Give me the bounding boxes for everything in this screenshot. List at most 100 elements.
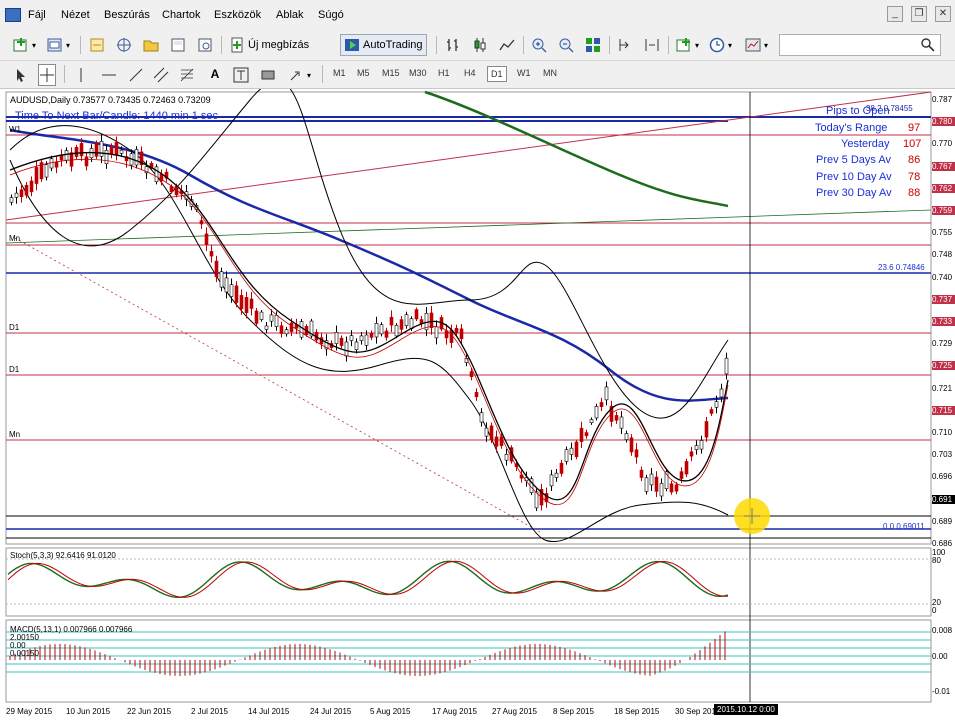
- candle-body: [669, 483, 674, 493]
- text-icon: A: [210, 67, 220, 81]
- candle-body: [469, 371, 474, 377]
- menu-help[interactable]: Súgó: [318, 9, 344, 21]
- stoch-main-line[interactable]: [7, 560, 729, 598]
- band-lower[interactable]: [9, 125, 729, 543]
- timeframe-d1[interactable]: D1: [487, 66, 507, 82]
- trendline-button[interactable]: [127, 64, 145, 86]
- dotted-downtrend-line[interactable]: [14, 237, 541, 533]
- tester-button[interactable]: [196, 34, 214, 56]
- autotrading-button[interactable]: AutoTrading: [340, 34, 427, 56]
- macd-histogram[interactable]: [9, 631, 726, 676]
- crosshair-button[interactable]: [38, 64, 56, 86]
- candle-body: [589, 419, 594, 424]
- candle-body: [454, 328, 459, 334]
- market-watch-button[interactable]: [88, 34, 106, 56]
- clock-icon: [709, 37, 725, 53]
- candle-body: [274, 315, 279, 328]
- price-candles[interactable]: [9, 134, 729, 512]
- chart-canvas[interactable]: [0, 89, 955, 720]
- bar-chart-button[interactable]: [444, 34, 462, 56]
- rectangle-icon: [260, 67, 276, 83]
- timeframe-m30[interactable]: M30: [406, 66, 430, 80]
- date-label-6: 5 Aug 2015: [370, 707, 411, 716]
- candle-body: [364, 334, 369, 346]
- timeframe-w1[interactable]: W1: [514, 66, 534, 80]
- candle-body: [24, 184, 29, 196]
- fibonacci-button[interactable]: [178, 64, 196, 86]
- candle-body: [29, 180, 34, 193]
- info-yesterday-label: Yesterday: [841, 138, 890, 150]
- navigator-button[interactable]: [115, 34, 133, 56]
- new-chart-button[interactable]: ▾: [12, 34, 37, 56]
- restore-icon[interactable]: ❐: [911, 6, 927, 22]
- stoch-signal-line[interactable]: [7, 560, 728, 598]
- candlestick-icon: [472, 37, 488, 53]
- tile-windows-button[interactable]: [584, 34, 602, 56]
- candlestick-button[interactable]: [471, 34, 489, 56]
- candle-body: [379, 324, 384, 335]
- arrows-button[interactable]: ▾: [287, 64, 312, 86]
- candle-body: [374, 323, 379, 338]
- info-prev10-label: Prev 10 Day Av: [816, 171, 892, 183]
- info-prev5-label: Prev 5 Days Av: [816, 154, 891, 166]
- chart-shift-button[interactable]: [616, 34, 634, 56]
- autoscroll-button[interactable]: [643, 34, 661, 56]
- price-axis-label: 0.737: [932, 294, 955, 304]
- timeframe-m1[interactable]: M1: [330, 66, 349, 80]
- info-prev10-value: 78: [908, 171, 921, 183]
- ma-blue[interactable]: [9, 128, 729, 402]
- timeframe-m5[interactable]: M5: [354, 66, 373, 80]
- app-icon: [5, 8, 21, 22]
- timeframe-h4[interactable]: H4: [461, 66, 479, 80]
- candle-body: [79, 143, 84, 157]
- candle-body: [134, 149, 139, 166]
- info-yesterday-value: 107: [903, 138, 922, 150]
- price-axis-label: 0.787: [932, 95, 953, 104]
- candle-body: [9, 197, 14, 203]
- vertical-line-button[interactable]: [72, 64, 90, 86]
- menu-file[interactable]: Fájl: [28, 9, 46, 21]
- timeframe-mn[interactable]: MN: [540, 66, 560, 80]
- chart-window[interactable]: AUDUSD,Daily 0.73577 0.73435 0.72463 0.7…: [0, 89, 955, 720]
- green-trendline[interactable]: [5, 209, 932, 244]
- profiles-button[interactable]: ▾: [46, 34, 71, 56]
- candle-body: [344, 341, 349, 357]
- ma-green-slow[interactable]: [424, 90, 729, 208]
- indicators-button[interactable]: ▾: [675, 34, 700, 56]
- cursor-button[interactable]: [12, 64, 30, 86]
- close-icon[interactable]: ✕: [935, 6, 951, 22]
- text-button[interactable]: A: [206, 64, 224, 86]
- text-label-button[interactable]: [232, 64, 250, 86]
- candle-body: [59, 155, 64, 161]
- search-input[interactable]: [779, 34, 941, 56]
- tester-icon: [197, 37, 213, 53]
- menu-window[interactable]: Ablak: [276, 9, 304, 21]
- templates-button[interactable]: ▾: [744, 34, 769, 56]
- price-axis-label: 0.703: [932, 450, 953, 460]
- templates-icon: [745, 37, 761, 53]
- autotrading-icon: [344, 37, 360, 53]
- timeframe-h1[interactable]: H1: [435, 66, 453, 80]
- data-window-button[interactable]: [142, 34, 160, 56]
- timeframe-m15[interactable]: M15: [379, 66, 403, 80]
- menu-charts[interactable]: Chartok: [162, 9, 201, 21]
- candle-body: [64, 150, 69, 161]
- line-chart-button[interactable]: [498, 34, 516, 56]
- rectangle-button[interactable]: [259, 64, 277, 86]
- menu-view[interactable]: Nézet: [61, 9, 90, 21]
- zoom-out-button[interactable]: [557, 34, 575, 56]
- periods-button[interactable]: ▾: [708, 34, 733, 56]
- menu-tools[interactable]: Eszközök: [214, 9, 261, 21]
- search-icon[interactable]: [920, 37, 936, 53]
- menu-insert[interactable]: Beszúrás: [104, 9, 150, 21]
- new-order-button[interactable]: Új megbízás: [228, 34, 310, 56]
- terminal-button[interactable]: [169, 34, 187, 56]
- zoom-in-button[interactable]: [530, 34, 548, 56]
- minimize-icon[interactable]: _: [887, 6, 903, 22]
- level-lines[interactable]: [6, 116, 931, 539]
- candle-body: [679, 471, 684, 479]
- equidistant-channel-button[interactable]: [152, 64, 170, 86]
- ma-red-fast[interactable]: [9, 158, 729, 506]
- candle-body: [689, 451, 694, 457]
- horizontal-line-button[interactable]: [100, 64, 118, 86]
